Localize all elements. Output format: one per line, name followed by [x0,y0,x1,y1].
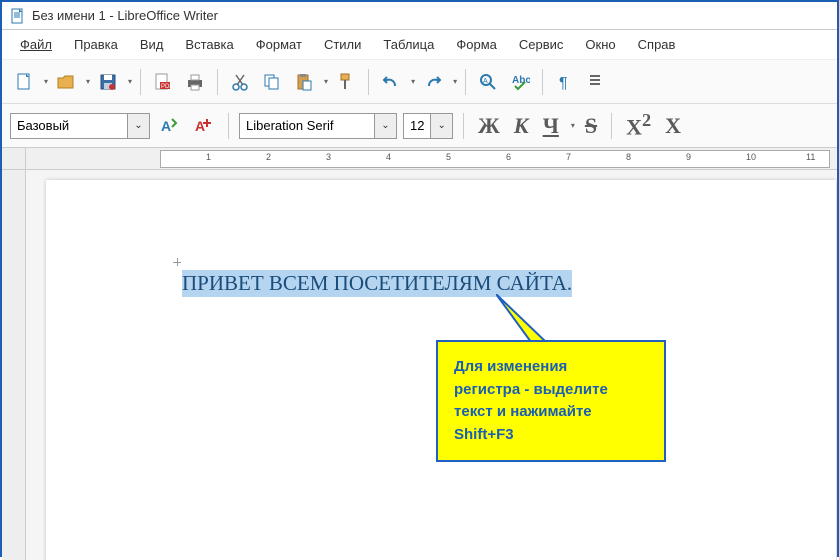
new-button[interactable] [10,68,38,96]
document-area: ПРИВЕТ ВСЕМ ПОСЕТИТЕЛЯМ САЙТА. Для измен… [2,170,837,560]
export-pdf-button[interactable]: PDF [149,68,177,96]
font-size-combo[interactable]: 12 ⌄ [403,113,453,139]
svg-text:A: A [195,118,205,134]
find-button[interactable]: A [474,68,502,96]
menu-view[interactable]: Вид [130,34,174,55]
font-size-dropdown[interactable]: ⌄ [430,114,452,138]
cut-button[interactable] [226,68,254,96]
separator [140,69,141,95]
selected-text[interactable]: ПРИВЕТ ВСЕМ ПОСЕТИТЕЛЯМ САЙТА. [182,270,572,297]
save-dropdown[interactable]: ▾ [128,77,132,86]
underline-dropdown[interactable]: ▾ [571,121,575,130]
svg-text:PDF: PDF [161,84,173,90]
menu-help[interactable]: Справ [628,34,686,55]
redo-button[interactable] [419,68,447,96]
horizontal-ruler[interactable]: 1 2 3 4 5 6 7 8 9 10 11 [2,148,837,170]
callout-line: регистра - выделите [454,379,648,402]
menu-insert[interactable]: Вставка [175,34,243,55]
update-style-button[interactable]: A [156,112,184,140]
menubar: Файл Правка Вид Вставка Формат Стили Таб… [2,30,837,60]
window-title: Без имени 1 - LibreOffice Writer [32,8,218,23]
superscript-button[interactable]: X2 [622,110,655,140]
print-button[interactable] [181,68,209,96]
callout-line: текст и нажимайте [454,401,648,424]
app-icon [10,8,26,24]
new-dropdown[interactable]: ▾ [44,77,48,86]
new-style-button[interactable]: A [190,112,218,140]
redo-dropdown[interactable]: ▾ [453,77,457,86]
menu-form[interactable]: Форма [446,34,507,55]
menu-format[interactable]: Формат [246,34,312,55]
vertical-ruler[interactable] [2,170,26,560]
open-button[interactable] [52,68,80,96]
menu-file[interactable]: Файл [10,34,62,55]
page-viewport: ПРИВЕТ ВСЕМ ПОСЕТИТЕЛЯМ САЙТА. Для измен… [26,170,837,560]
clone-format-button[interactable] [332,68,360,96]
svg-text:Abc: Abc [512,75,530,86]
menu-table[interactable]: Таблица [373,34,444,55]
svg-text:A: A [483,78,488,85]
pilcrow-button[interactable]: ¶ [551,68,579,96]
separator [228,113,229,139]
paste-button[interactable] [290,68,318,96]
menu-styles[interactable]: Стили [314,34,371,55]
callout-line: Shift+F3 [454,424,648,447]
standard-toolbar: ▾ ▾ ▾ PDF ▾ ▾ ▾ A Abc ¶ [2,60,837,104]
open-dropdown[interactable]: ▾ [86,77,90,86]
callout-line: Для изменения [454,356,648,379]
font-name-dropdown[interactable]: ⌄ [374,114,396,138]
paragraph-style-value: Базовый [11,116,127,135]
tooltip-callout: Для изменения регистра - выделите текст … [436,340,666,462]
svg-text:¶: ¶ [559,75,568,92]
font-name-value: Liberation Serif [240,116,374,135]
separator [542,69,543,95]
document-page[interactable]: ПРИВЕТ ВСЕМ ПОСЕТИТЕЛЯМ САЙТА. Для измен… [46,180,836,560]
save-button[interactable] [94,68,122,96]
undo-button[interactable] [377,68,405,96]
separator [368,69,369,95]
italic-button[interactable]: К [510,113,533,139]
menu-tools[interactable]: Сервис [509,34,574,55]
paragraph-style-dropdown[interactable]: ⌄ [127,114,149,138]
paragraph-style-combo[interactable]: Базовый ⌄ [10,113,150,139]
spellcheck-button[interactable]: Abc [506,68,534,96]
separator [463,113,464,139]
menu-window[interactable]: Окно [575,34,625,55]
separator [465,69,466,95]
formatting-toolbar: Базовый ⌄ A A Liberation Serif ⌄ 12 ⌄ Ж … [2,104,837,148]
copy-button[interactable] [258,68,286,96]
svg-text:A: A [161,118,171,134]
paste-dropdown[interactable]: ▾ [324,77,328,86]
underline-button[interactable]: Ч [539,113,563,139]
undo-dropdown[interactable]: ▾ [411,77,415,86]
bold-button[interactable]: Ж [474,113,504,139]
separator [611,113,612,139]
subscript-button[interactable]: X [661,113,685,139]
ruler-corner [2,148,26,169]
more-button[interactable] [583,68,611,96]
font-size-value: 12 [404,116,430,135]
separator [217,69,218,95]
ruler-scale: 1 2 3 4 5 6 7 8 9 10 11 [26,148,837,169]
font-name-combo[interactable]: Liberation Serif ⌄ [239,113,397,139]
strikethrough-button[interactable]: S [581,113,601,139]
margin-corner-icon [173,258,181,266]
menu-edit[interactable]: Правка [64,34,128,55]
titlebar: Без имени 1 - LibreOffice Writer [2,2,837,30]
